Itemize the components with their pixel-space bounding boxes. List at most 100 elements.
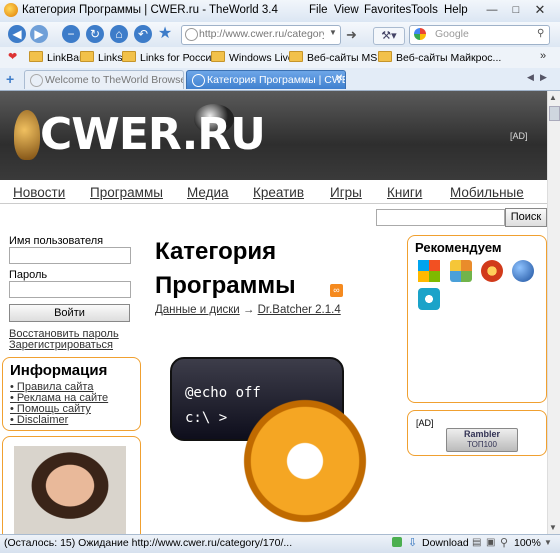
password-label: Пароль (9, 269, 48, 281)
folder-icon (122, 51, 136, 62)
ad-label: [AD] (510, 131, 528, 141)
stop-icon[interactable]: − (62, 25, 80, 43)
menu-favorites[interactable]: Favorites (364, 4, 411, 16)
breadcrumb-arrow: → (242, 304, 255, 316)
tab-globe-icon (192, 74, 205, 87)
tab-active[interactable]: Категория Программы | CWE... (186, 70, 346, 89)
menu-help[interactable]: Help (444, 4, 468, 16)
site-search-input[interactable] (376, 209, 505, 226)
close-icon[interactable]: ✕ (532, 3, 548, 17)
folder-icon (378, 51, 392, 62)
status-text: (Осталось: 15) Ожидание http://www.cwer.… (4, 537, 293, 549)
scroll-up-icon[interactable]: ▲ (549, 93, 557, 102)
nav-games[interactable]: Игры (330, 185, 362, 200)
nav-programs[interactable]: Программы (90, 185, 163, 200)
security-icon (392, 537, 402, 547)
zoom-level[interactable]: 100% (514, 537, 541, 549)
minimize-icon[interactable]: — (484, 3, 500, 17)
breadcrumb-data-disks[interactable]: Данные и диски (155, 304, 240, 316)
password-field[interactable] (9, 281, 131, 298)
username-field[interactable] (9, 247, 131, 264)
info-title: Информация (10, 362, 108, 379)
forward-icon[interactable]: ▶ (30, 25, 48, 43)
globe-icon[interactable] (512, 260, 534, 282)
app-icon[interactable] (418, 288, 440, 310)
login-button[interactable]: Войти (9, 304, 130, 322)
menu-file[interactable]: File (309, 4, 328, 16)
popup-icon[interactable]: ▤ (472, 537, 481, 548)
link-windows-live[interactable]: Windows Live (211, 51, 294, 64)
breadcrumb: Данные и диски → Dr.Batcher 2.1.4 (155, 304, 341, 316)
folder-icon (80, 51, 94, 62)
username-label: Имя пользователя (9, 235, 104, 247)
download-button[interactable]: Download (422, 537, 469, 549)
tools-wrench-icon[interactable]: ⚒▾ (373, 27, 405, 45)
nav-mobile[interactable]: Мобильные (450, 185, 524, 200)
mascot-icon (14, 110, 40, 160)
folder-icon (29, 51, 43, 62)
window-title: Категория Программы | CWER.ru - TheWorld… (22, 4, 278, 16)
page-heading-line1: Категория (155, 238, 277, 265)
back-icon[interactable]: ◀ (8, 25, 26, 43)
site-logo[interactable]: CWER.RU (40, 109, 266, 160)
tab-close-icon[interactable]: ✕ (335, 73, 343, 84)
terminal-line2: c:\ > (185, 410, 228, 426)
rambler-badge[interactable]: Rambler ТОП100 (446, 428, 518, 452)
address-text[interactable]: http://www.cwer.ru/category/1 (199, 28, 324, 40)
scroll-thumb[interactable] (549, 106, 560, 121)
search-field[interactable] (409, 25, 550, 45)
links-overflow-icon[interactable]: » (540, 50, 546, 62)
right-ad-label: [AD] (416, 418, 434, 428)
link-linkbar[interactable]: LinkBar (29, 51, 83, 64)
scroll-down-icon[interactable]: ▼ (549, 523, 557, 532)
nav-media[interactable]: Медиа (187, 185, 229, 200)
new-tab-icon[interactable]: + (6, 71, 14, 87)
rss-icon[interactable]: ∞ (330, 284, 343, 297)
puzzle-icon[interactable] (450, 260, 472, 282)
nav-creative[interactable]: Креатив (253, 185, 304, 200)
terminal-line1: @echo off (185, 385, 261, 401)
link-links-russia[interactable]: Links for Россия (122, 51, 217, 64)
link-msn-sites[interactable]: Веб-сайты MSN (289, 51, 385, 64)
tab-scroll-left-icon[interactable]: ◀ (527, 72, 534, 83)
search-placeholder[interactable]: Google (435, 28, 469, 40)
firefox-icon[interactable] (481, 260, 503, 282)
link-microsoft-sites[interactable]: Веб-сайты Майкрос... (378, 51, 501, 64)
search-icon[interactable]: ⚲ (537, 28, 544, 39)
go-arrow-icon[interactable]: ➜ (346, 27, 357, 43)
browser-logo-icon (4, 3, 18, 17)
undo-close-icon[interactable]: ↶ (134, 25, 152, 43)
tab-scroll-right-icon[interactable]: ▶ (540, 72, 547, 83)
folder-icon (211, 51, 225, 62)
favorite-star-icon[interactable]: ★ (156, 25, 174, 43)
windows-icon[interactable] (418, 260, 440, 282)
nav-divider (0, 203, 547, 204)
promo-photo[interactable] (14, 446, 126, 534)
image-icon[interactable]: ▣ (486, 537, 495, 548)
maximize-icon[interactable]: □ (508, 3, 524, 17)
folder-icon (289, 51, 303, 62)
page-globe-icon (185, 28, 198, 41)
download-icon[interactable]: ⇩ (408, 536, 417, 549)
menu-tools[interactable]: Tools (411, 4, 438, 16)
refresh-icon[interactable]: ↻ (86, 25, 104, 43)
register-link[interactable]: Зарегистрироваться (9, 339, 113, 351)
favorites-heart-icon[interactable]: ❤ (8, 50, 17, 63)
nav-news[interactable]: Новости (13, 185, 65, 200)
gear-icon (236, 392, 374, 530)
breadcrumb-drbatcher[interactable]: Dr.Batcher 2.1.4 (258, 304, 341, 316)
nav-books[interactable]: Книги (387, 185, 422, 200)
info-link-disclaimer[interactable]: • Disclaimer (10, 414, 68, 426)
tab-welcome[interactable]: Welcome to TheWorld Browser (24, 70, 184, 89)
link-links[interactable]: Links (80, 51, 123, 64)
google-icon (414, 28, 426, 40)
zoom-dropdown-icon[interactable]: ▼ (544, 538, 552, 547)
recommend-title: Рекомендуем (415, 240, 502, 255)
menu-view[interactable]: View (334, 4, 359, 16)
zoom-icon[interactable]: ⚲ (500, 536, 508, 549)
vertical-scrollbar[interactable] (547, 91, 560, 534)
site-search-button[interactable]: Поиск (505, 208, 547, 227)
home-icon[interactable]: ⌂ (110, 25, 128, 43)
tab-globe-icon (30, 74, 43, 87)
address-dropdown-icon[interactable]: ▼ (329, 28, 337, 37)
